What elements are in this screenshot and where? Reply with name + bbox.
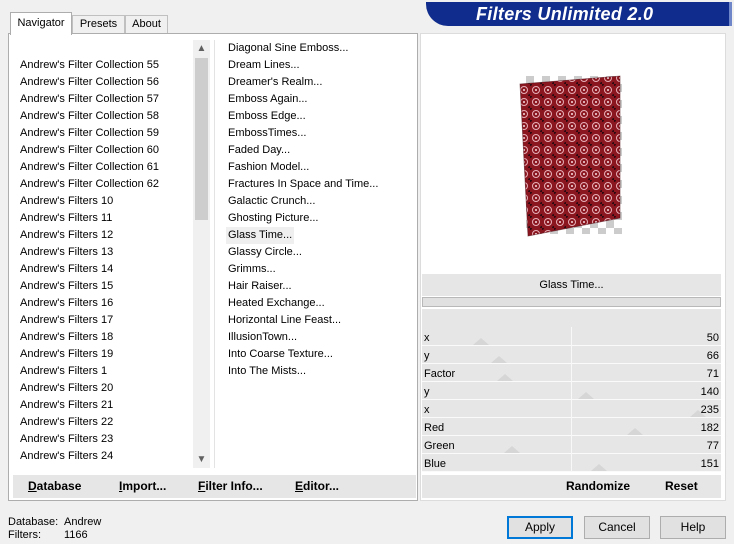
- randomize-button[interactable]: Randomize: [566, 475, 630, 498]
- slider-thumb[interactable]: [491, 356, 508, 363]
- scroll-down-icon[interactable]: ▼: [193, 451, 210, 468]
- filter-item[interactable]: Into The Mists...: [226, 363, 308, 380]
- filter-item[interactable]: Fractures In Space and Time...: [226, 176, 380, 193]
- param-name: y: [424, 350, 430, 362]
- category-item[interactable]: Andrew's Filters 21: [20, 397, 113, 414]
- filter-info-button[interactable]: Filter Info...: [198, 475, 263, 498]
- category-item[interactable]: Andrew's Filter Collection 58: [20, 108, 159, 125]
- param-name: y: [424, 386, 430, 398]
- filter-item[interactable]: Galactic Crunch...: [226, 193, 317, 210]
- app-title: Filters Unlimited 2.0: [476, 4, 654, 24]
- param-name: x: [424, 404, 430, 416]
- slider-thumb[interactable]: [578, 392, 595, 399]
- category-item[interactable]: Andrew's Filters 16: [20, 295, 113, 312]
- import-button[interactable]: Import...: [119, 475, 166, 498]
- category-list[interactable]: Andrew's Filter Collection 55 Andrew's Fi…: [13, 40, 193, 468]
- category-item[interactable]: Andrew's Filters 15: [20, 278, 113, 295]
- slider-thumb[interactable]: [504, 446, 521, 453]
- scroll-thumb[interactable]: [195, 58, 208, 220]
- filter-item[interactable]: Horizontal Line Feast...: [226, 312, 343, 329]
- filter-item[interactable]: Dream Lines...: [226, 57, 302, 74]
- tab-about[interactable]: About: [125, 15, 168, 34]
- category-item[interactable]: Andrew's Filters 20: [20, 380, 113, 397]
- preview-thumbnail: [519, 75, 622, 237]
- category-item[interactable]: Andrew's Filters 24: [20, 448, 113, 465]
- category-item[interactable]: Andrew's Filters 11: [20, 210, 112, 227]
- reset-button[interactable]: Reset: [665, 475, 698, 498]
- category-item[interactable]: Andrew's Filter Collection 57: [20, 91, 159, 108]
- category-item[interactable]: Andrew's Filters 18: [20, 329, 113, 346]
- tab-presets[interactable]: Presets: [72, 15, 125, 34]
- category-item[interactable]: Andrew's Filters 1: [20, 363, 107, 380]
- cancel-button[interactable]: Cancel: [584, 516, 650, 539]
- filter-item[interactable]: IllusionTown...: [226, 329, 299, 346]
- category-item[interactable]: Andrew's Filter Collection 55: [20, 57, 159, 74]
- slider-center-line: [571, 327, 572, 472]
- slider-thumb[interactable]: [627, 428, 644, 435]
- preview-image: [422, 36, 722, 272]
- param-value: 182: [700, 422, 719, 434]
- database-label: Database:: [8, 516, 59, 528]
- param-value: 50: [706, 332, 719, 344]
- filter-item[interactable]: Ghosting Picture...: [226, 210, 321, 227]
- filter-list[interactable]: Diagonal Sine Emboss... Dream Lines... Dre…: [222, 40, 412, 468]
- category-item[interactable]: Andrew's Filters 23: [20, 431, 113, 448]
- filter-item[interactable]: Emboss Edge...: [226, 108, 308, 125]
- tab-navigator[interactable]: Navigator: [10, 12, 72, 35]
- apply-button[interactable]: Apply: [507, 516, 573, 539]
- filter-item-selected[interactable]: Glass Time...: [226, 227, 295, 244]
- category-item[interactable]: Andrew's Filters 14: [20, 261, 113, 278]
- editor-button[interactable]: Editor...: [295, 475, 339, 498]
- filter-item[interactable]: Dreamer's Realm...: [226, 74, 324, 91]
- list-divider: [214, 40, 215, 468]
- filters-count: 1166: [64, 529, 88, 541]
- param-value: 77: [706, 440, 719, 452]
- category-item[interactable]: Andrew's Filters 10: [20, 193, 113, 210]
- filter-item[interactable]: Hair Raiser...: [226, 278, 294, 295]
- filter-item[interactable]: Grimms...: [226, 261, 278, 278]
- category-item[interactable]: Andrew's Filters 12: [20, 227, 113, 244]
- filter-item[interactable]: Glassy Circle...: [226, 244, 304, 261]
- help-button[interactable]: Help: [660, 516, 726, 539]
- param-value: 140: [700, 386, 719, 398]
- param-value: 71: [706, 368, 719, 380]
- filters-label: Filters:: [8, 529, 41, 541]
- database-value: Andrew: [64, 516, 102, 528]
- category-item[interactable]: Andrew's Filter Collection 61: [20, 159, 159, 176]
- slider-thumb[interactable]: [472, 338, 489, 345]
- filter-item[interactable]: EmbossTimes...: [226, 125, 308, 142]
- database-button[interactable]: Database: [28, 475, 81, 498]
- slider-thumb[interactable]: [689, 410, 706, 417]
- progress-bar: [422, 297, 721, 307]
- scroll-up-icon[interactable]: ▲: [193, 40, 210, 57]
- category-item[interactable]: Andrew's Filters 19: [20, 346, 113, 363]
- param-value: 66: [706, 350, 719, 362]
- category-item[interactable]: Andrew's Filters 22: [20, 414, 113, 431]
- param-name: Green: [424, 440, 455, 452]
- slider-thumb[interactable]: [591, 464, 608, 471]
- filter-item[interactable]: Diagonal Sine Emboss...: [226, 40, 350, 57]
- filter-item[interactable]: Into Coarse Texture...: [226, 346, 335, 363]
- category-item[interactable]: Andrew's Filter Collection 59: [20, 125, 159, 142]
- param-name: x: [424, 332, 430, 344]
- category-item[interactable]: Andrew's Filters 17: [20, 312, 113, 329]
- param-name: Factor: [424, 368, 456, 380]
- param-name: Blue: [424, 458, 447, 470]
- category-item[interactable]: Andrew's Filters 13: [20, 244, 113, 261]
- selected-filter-name: Glass Time...: [422, 274, 721, 296]
- category-item[interactable]: Andrew's Filter Collection 56: [20, 74, 159, 91]
- filter-item[interactable]: Heated Exchange...: [226, 295, 327, 312]
- param-name: Red: [424, 422, 445, 434]
- filter-item[interactable]: Faded Day...: [226, 142, 292, 159]
- param-value: 151: [700, 458, 719, 470]
- filter-item[interactable]: Emboss Again...: [226, 91, 310, 108]
- category-item[interactable]: Andrew's Filter Collection 60: [20, 142, 159, 159]
- slider-thumb[interactable]: [497, 374, 514, 381]
- filter-item[interactable]: Fashion Model...: [226, 159, 311, 176]
- category-item[interactable]: Andrew's Filter Collection 62: [20, 176, 159, 193]
